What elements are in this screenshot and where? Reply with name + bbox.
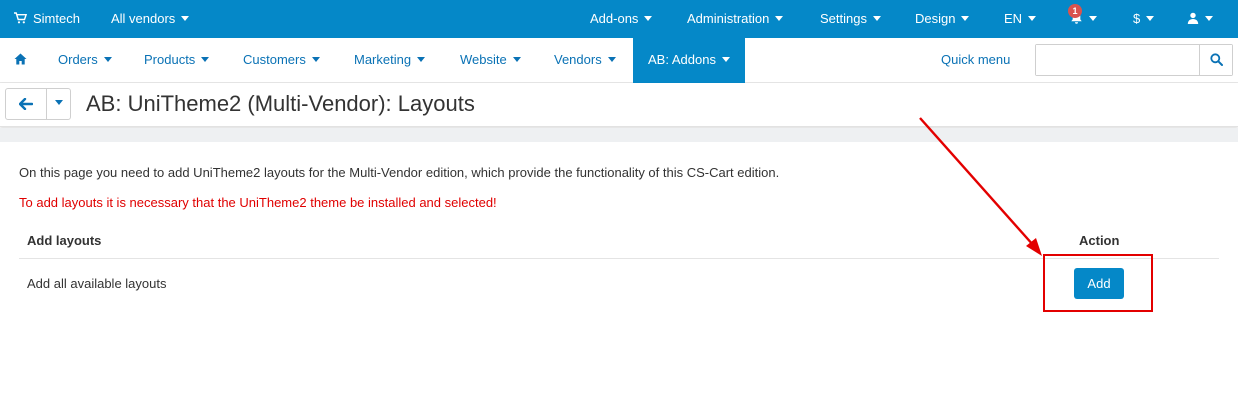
nav-marketing[interactable]: Marketing — [354, 38, 426, 83]
chevron-down-icon — [181, 16, 190, 21]
nav-ab-addons-label: AB: Addons — [648, 52, 716, 67]
menu-addons-label: Add-ons — [590, 11, 639, 26]
currency-label: $ — [1133, 11, 1141, 26]
user-dropdown[interactable] — [1187, 0, 1213, 38]
chevron-down-icon — [1028, 16, 1037, 21]
nav-marketing-label: Marketing — [354, 52, 412, 67]
chevron-down-icon — [311, 57, 320, 62]
nav-website-label: Website — [460, 52, 507, 67]
menu-design-label: Design — [915, 11, 956, 26]
nav-vendors-label: Vendors — [554, 52, 602, 67]
chevron-down-icon — [607, 57, 616, 62]
nav-customers[interactable]: Customers — [243, 38, 320, 83]
arrow-left-icon — [19, 98, 33, 110]
notification-badge: 1 — [1068, 4, 1082, 18]
chevron-down-icon — [1089, 16, 1097, 21]
nav-orders-label: Orders — [58, 52, 98, 67]
info-text: On this page you need to add UniTheme2 l… — [19, 165, 780, 180]
chevron-down-icon — [961, 16, 970, 21]
quick-menu-label: Quick menu — [941, 52, 1011, 67]
chevron-down-icon — [644, 16, 653, 21]
language-label: EN — [1004, 11, 1023, 26]
back-button[interactable] — [6, 89, 46, 119]
annotation-highlight-box — [1043, 254, 1153, 312]
vendors-label: All vendors — [111, 11, 176, 26]
store-link[interactable]: Simtech — [14, 0, 80, 38]
title-bar: AB: UniTheme2 (Multi-Vendor): Layouts — [0, 83, 1238, 127]
column-header-action: Action — [1079, 233, 1120, 248]
chevron-down-icon — [54, 100, 63, 105]
back-history-dropdown[interactable] — [46, 89, 70, 119]
chevron-down-icon — [721, 57, 730, 62]
search-box — [1035, 44, 1233, 76]
chevron-down-icon — [201, 57, 210, 62]
back-button-group — [5, 88, 71, 120]
store-name: Simtech — [33, 11, 80, 26]
table-row-label: Add all available layouts — [27, 276, 167, 291]
currency-dropdown[interactable]: $ — [1133, 0, 1155, 38]
page-title: AB: UniTheme2 (Multi-Vendor): Layouts — [86, 91, 475, 116]
menu-addons[interactable]: Add-ons — [590, 0, 653, 38]
search-icon — [1210, 53, 1223, 66]
cart-icon — [14, 12, 28, 24]
nav-products[interactable]: Products — [144, 38, 210, 83]
search-input[interactable] — [1036, 45, 1199, 75]
quick-menu-link[interactable]: Quick menu — [941, 38, 1010, 83]
chevron-down-icon — [775, 16, 784, 21]
menu-administration[interactable]: Administration — [687, 0, 784, 38]
menu-administration-label: Administration — [687, 11, 770, 26]
nav-vendors[interactable]: Vendors — [554, 38, 616, 83]
chevron-down-icon — [1205, 16, 1213, 21]
menu-settings-label: Settings — [820, 11, 867, 26]
home-link[interactable] — [14, 38, 27, 83]
menu-design[interactable]: Design — [915, 0, 970, 38]
top-bar: Simtech All vendors Add-ons Administrati… — [0, 0, 1238, 38]
chevron-down-icon — [512, 57, 521, 62]
chevron-down-icon — [872, 16, 881, 21]
table-divider — [19, 258, 1219, 259]
column-header-add-layouts: Add layouts — [27, 233, 102, 248]
chevron-down-icon — [103, 57, 112, 62]
warning-text: To add layouts it is necessary that the … — [19, 195, 497, 210]
nav-website[interactable]: Website — [460, 38, 521, 83]
nav-ab-addons[interactable]: AB: Addons — [633, 38, 745, 83]
search-button[interactable] — [1199, 45, 1232, 75]
nav-customers-label: Customers — [243, 52, 306, 67]
home-icon — [14, 53, 27, 65]
nav-orders[interactable]: Orders — [58, 38, 112, 83]
language-dropdown[interactable]: EN — [1004, 0, 1037, 38]
main-nav: Orders Products Customers Marketing Webs… — [0, 38, 1238, 83]
menu-settings[interactable]: Settings — [820, 0, 881, 38]
user-icon — [1187, 12, 1199, 24]
vendors-dropdown[interactable]: All vendors — [111, 0, 190, 38]
content-divider — [0, 128, 1238, 142]
nav-products-label: Products — [144, 52, 196, 67]
chevron-down-icon — [417, 57, 426, 62]
chevron-down-icon — [1146, 16, 1155, 21]
